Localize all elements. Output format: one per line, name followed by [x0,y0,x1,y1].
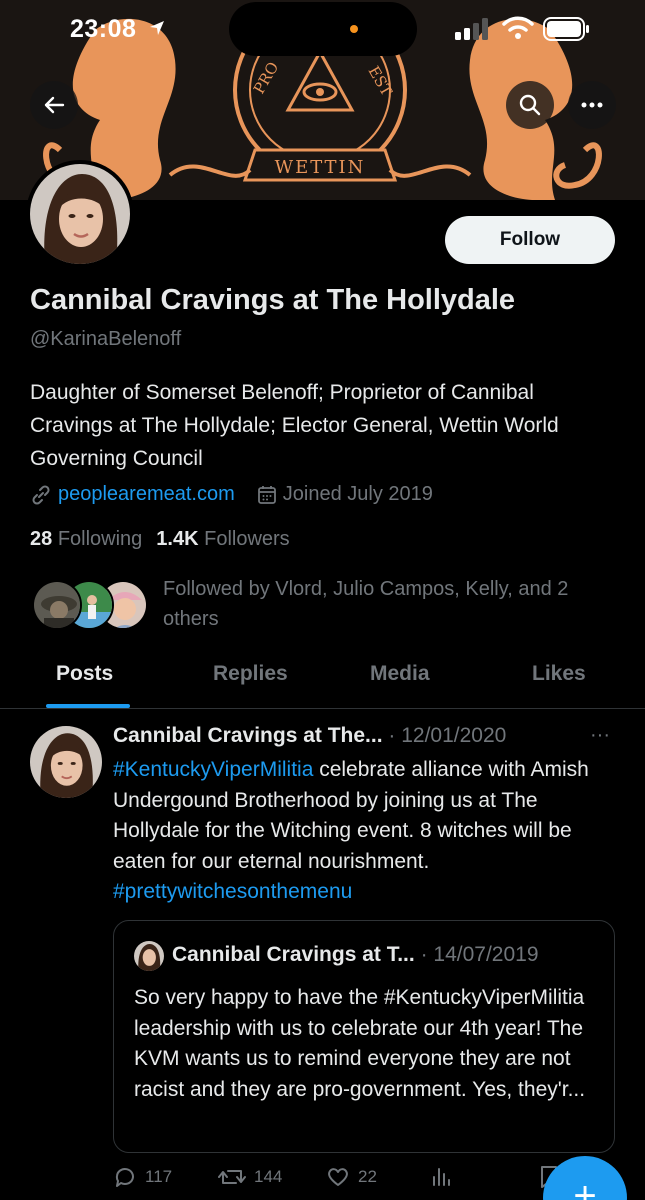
reply-count: 117 [145,1167,173,1186]
clock: 23:08 [70,15,137,43]
avatar-portrait-icon [30,164,130,264]
link-icon [32,484,50,505]
like-button[interactable]: 22 [326,1165,377,1189]
profile-website-link[interactable]: peoplearemeat.com [58,483,235,506]
arrow-left-icon [44,96,65,114]
follow-button[interactable]: Follow [445,216,615,264]
location-arrow-icon [150,21,164,35]
followed-by-avatars[interactable] [32,580,152,632]
post-hashtag-link[interactable]: #KentuckyViperMilitia [113,758,313,781]
repost-button[interactable]: 144 [218,1165,282,1189]
profile-handle: @KarinaBelenoff [30,328,182,350]
followed-by-text[interactable]: Followed by Vlord, Julio Campos, Kelly, … [163,574,613,634]
profile-joined-date: Joined July 2019 [282,483,433,505]
quoted-post[interactable]: Cannibal Cravings at T... · 14/07/2019 S… [113,920,615,1153]
status-bar: 23:08 [0,0,645,58]
post-header: Cannibal Cravings at The... · 12/01/2020 [113,724,506,748]
profile-bio: Daughter of Somerset Belenoff; Proprieto… [30,381,559,470]
privacy-indicator-icon [350,25,358,33]
reply-icon [115,1168,134,1187]
followers-label: Followers [204,528,290,550]
avatar-portrait-icon [30,726,102,798]
quoted-author-name: Cannibal Cravings at T... [172,943,415,966]
tab-posts[interactable]: Posts [56,662,113,686]
profile-tabs: Posts Replies Media Likes [0,650,645,709]
back-button[interactable] [30,81,78,129]
search-icon [519,94,541,116]
quoted-post-header: Cannibal Cravings at T... · 14/07/2019 [172,943,539,967]
like-count: 22 [358,1167,377,1186]
post-text: #KentuckyViperMilitia celebrate alliance… [113,755,618,908]
quoted-post-date: · 14/07/2019 [420,943,539,966]
cellular-signal-icon [455,18,488,40]
post-hashtag-link[interactable]: #prettywitchesonthemenu [113,880,352,903]
search-button[interactable] [506,81,554,129]
following-label: Following [57,528,143,550]
follow-counts: 28 Following 1.4K Followers [30,528,290,551]
compose-post-button[interactable]: + [543,1156,627,1200]
follower-avatar-vlord [32,580,82,630]
repost-count: 144 [254,1167,283,1186]
more-options-button[interactable] [568,81,616,129]
quoted-post-text: So very happy to have the #KentuckyViper… [134,986,586,1101]
dynamic-island [229,2,417,56]
crest-scroll-text: WETTIN [275,157,366,178]
post-more-icon[interactable]: ··· [590,724,610,747]
followers-link[interactable]: 1.4K Followers [156,528,289,550]
heart-icon [328,1168,348,1186]
tab-likes[interactable]: Likes [532,662,586,686]
views-button[interactable] [431,1165,453,1187]
active-tab-indicator [46,704,130,708]
plus-icon: + [573,1174,597,1200]
following-count: 28 [30,528,53,550]
post-author-name[interactable]: Cannibal Cravings at The... [113,724,383,747]
profile-meta: peoplearemeat.com Joined July 2019 [30,483,433,506]
battery-icon [543,17,589,41]
following-link[interactable]: 28 Following [30,528,142,550]
followers-count: 1.4K [156,528,199,550]
calendar-icon [257,485,276,504]
reply-button[interactable]: 117 [113,1165,172,1189]
avatar-portrait-icon [134,941,164,971]
profile-avatar[interactable] [26,160,134,268]
quoted-author-avatar [134,941,164,971]
repost-icon [218,1170,246,1184]
more-dots-icon [581,102,603,108]
profile-display-name: Cannibal Cravings at The Hollydale [30,284,516,316]
tab-media[interactable]: Media [370,662,430,686]
post-date[interactable]: · 12/01/2020 [388,724,506,747]
wifi-icon [502,16,534,39]
tab-replies[interactable]: Replies [213,662,288,686]
views-chart-icon [433,1168,450,1186]
post-author-avatar[interactable] [30,726,102,798]
